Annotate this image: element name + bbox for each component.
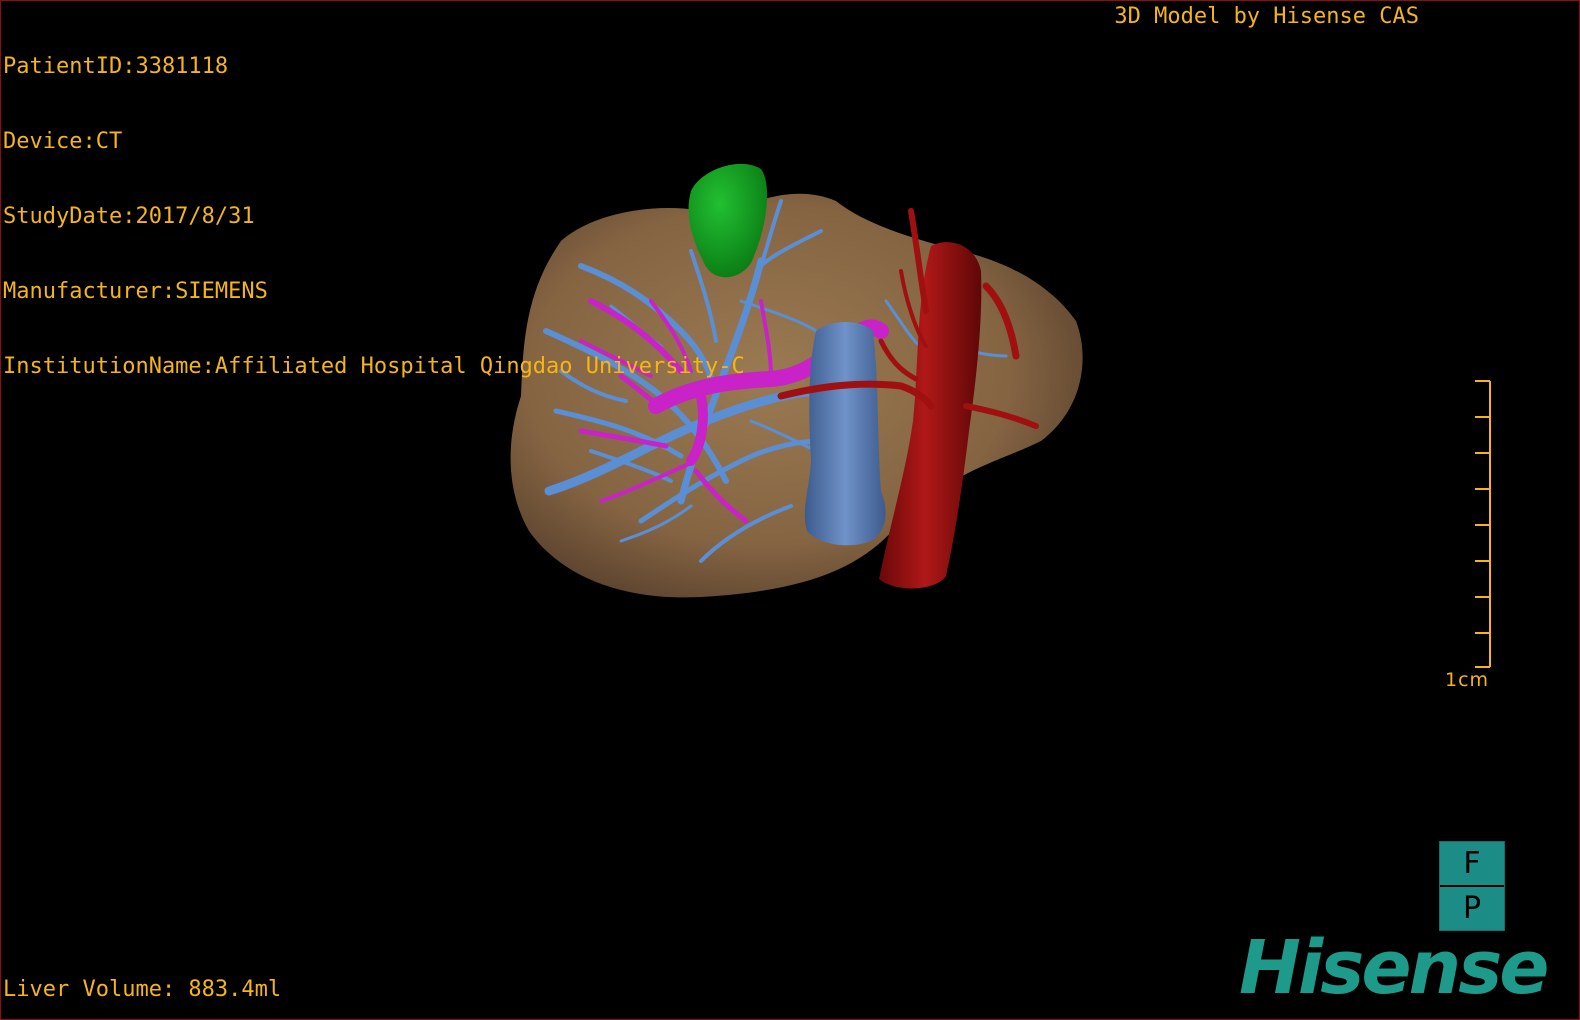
- liver-volume-label: Liver Volume: 883.4ml: [3, 977, 282, 1002]
- study-date-label: StudyDate:2017/8/31: [3, 204, 255, 229]
- dicom-info-block: PatientID:3381118 Device:CT StudyDate:20…: [3, 4, 745, 429]
- 3d-viewport[interactable]: PatientID:3381118 Device:CT StudyDate:20…: [0, 0, 1580, 1020]
- model-credit-label: 3D Model by Hisense CAS: [1114, 4, 1419, 29]
- institution-label: InstitutionName:Affiliated Hospital Qing…: [3, 354, 745, 379]
- vena-cava-model[interactable]: [804, 322, 886, 546]
- orientation-face-bottom: P: [1462, 891, 1482, 926]
- scale-bar: [1475, 380, 1491, 668]
- manufacturer-label: Manufacturer:SIEMENS: [3, 279, 268, 304]
- patient-id-label: PatientID:3381118: [3, 54, 229, 79]
- orientation-cube[interactable]: F P: [1439, 841, 1505, 931]
- scale-label: 1cm: [1445, 669, 1490, 691]
- orientation-face-top: F: [1440, 842, 1504, 887]
- hisense-logo: Hisense: [1239, 925, 1549, 1011]
- device-label: Device:CT: [3, 129, 123, 154]
